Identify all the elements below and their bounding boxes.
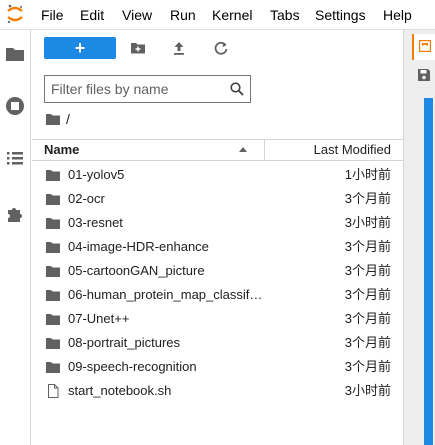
column-name-header[interactable]: Name: [44, 142, 79, 158]
new-launcher-label: +: [74, 38, 86, 58]
menu-view[interactable]: View: [122, 6, 152, 24]
filter-input[interactable]: [51, 80, 219, 98]
folder-icon: [46, 242, 60, 253]
folder-icon: [46, 194, 60, 205]
file-modified: 3小时前: [344, 383, 391, 398]
file-name: 02-ocr: [68, 191, 105, 206]
file-name: 08-portrait_pictures: [68, 335, 180, 350]
menu-run[interactable]: Run: [170, 6, 196, 24]
column-modified-header[interactable]: Last Modified: [314, 142, 391, 158]
home-folder-icon[interactable]: [46, 113, 60, 125]
right-sidebar: [404, 30, 435, 445]
file-list: 01-yolov5 1小时前 02-ocr 3个月前 03-resnet 3小时…: [32, 163, 403, 403]
file-modified: 3个月前: [344, 263, 391, 278]
folder-icon: [46, 266, 60, 277]
file-modified: 3个月前: [344, 191, 391, 206]
menu-help[interactable]: Help: [383, 6, 412, 24]
file-name: 09-speech-recognition: [68, 359, 197, 374]
list-item[interactable]: 02-ocr 3个月前: [32, 187, 403, 211]
file-modified: 3个月前: [344, 287, 391, 302]
left-activity-bar: [0, 30, 31, 445]
scrollbar[interactable]: [424, 98, 433, 445]
file-name: 01-yolov5: [68, 167, 125, 182]
file-list-header: Name Last Modified: [32, 139, 403, 161]
menu-edit[interactable]: Edit: [80, 6, 104, 24]
list-item[interactable]: 08-portrait_pictures 3个月前: [32, 331, 403, 355]
filter-field[interactable]: [44, 75, 251, 103]
folder-icon: [46, 170, 60, 181]
file-modified: 3个月前: [344, 359, 391, 374]
folder-icon[interactable]: [4, 43, 26, 65]
file-modified: 3个月前: [344, 335, 391, 350]
file-icon: [48, 384, 59, 398]
file-modified: 3个月前: [344, 311, 391, 326]
new-launcher-button[interactable]: +: [44, 37, 116, 59]
file-name: 07-Unet++: [68, 311, 130, 326]
commands-icon[interactable]: [4, 147, 26, 169]
list-item[interactable]: 04-image-HDR-enhance 3个月前: [32, 235, 403, 259]
breadcrumb-root[interactable]: /: [66, 110, 70, 128]
menu-bar: File Edit View Run Kernel Tabs Settings …: [0, 0, 435, 30]
menu-tabs[interactable]: Tabs: [270, 6, 300, 24]
upload-icon[interactable]: [168, 37, 190, 59]
list-item[interactable]: 05-cartoonGAN_picture 3个月前: [32, 259, 403, 283]
list-item[interactable]: 07-Unet++ 3个月前: [32, 307, 403, 331]
save-icon[interactable]: [417, 68, 431, 82]
extension-icon[interactable]: [4, 202, 26, 224]
property-inspector-tab[interactable]: [412, 34, 435, 60]
list-item[interactable]: 06-human_protein_map_classification 3个月前: [32, 283, 403, 307]
folder-icon: [46, 362, 60, 373]
folder-icon: [46, 218, 60, 229]
file-modified: 3小时前: [344, 215, 391, 230]
file-modified: 3个月前: [344, 239, 391, 254]
refresh-icon[interactable]: [210, 37, 232, 59]
column-divider[interactable]: [264, 140, 265, 160]
list-item[interactable]: 03-resnet 3小时前: [32, 211, 403, 235]
property-inspector-icon: [419, 40, 431, 52]
file-name: 05-cartoonGAN_picture: [68, 263, 205, 278]
file-name: 04-image-HDR-enhance: [68, 239, 209, 254]
sort-ascending-icon[interactable]: [239, 147, 247, 152]
jupyter-logo-icon: [7, 4, 23, 24]
list-item[interactable]: 09-speech-recognition 3个月前: [32, 355, 403, 379]
folder-icon: [46, 338, 60, 349]
file-browser: + / Name Last Modified 01-: [32, 30, 403, 445]
file-name: start_notebook.sh: [68, 383, 172, 398]
menu-settings[interactable]: Settings: [315, 6, 366, 24]
folder-icon: [46, 314, 60, 325]
new-folder-icon[interactable]: [127, 37, 149, 59]
file-name: 06-human_protein_map_classification: [68, 287, 264, 302]
list-item[interactable]: start_notebook.sh 3小时前: [32, 379, 403, 403]
file-modified: 1小时前: [344, 167, 391, 182]
menu-kernel[interactable]: Kernel: [212, 6, 252, 24]
running-icon[interactable]: [4, 95, 26, 117]
list-item[interactable]: 01-yolov5 1小时前: [32, 163, 403, 187]
search-icon: [230, 82, 244, 96]
folder-icon: [46, 290, 60, 301]
file-name: 03-resnet: [68, 215, 123, 230]
menu-file[interactable]: File: [41, 6, 64, 24]
